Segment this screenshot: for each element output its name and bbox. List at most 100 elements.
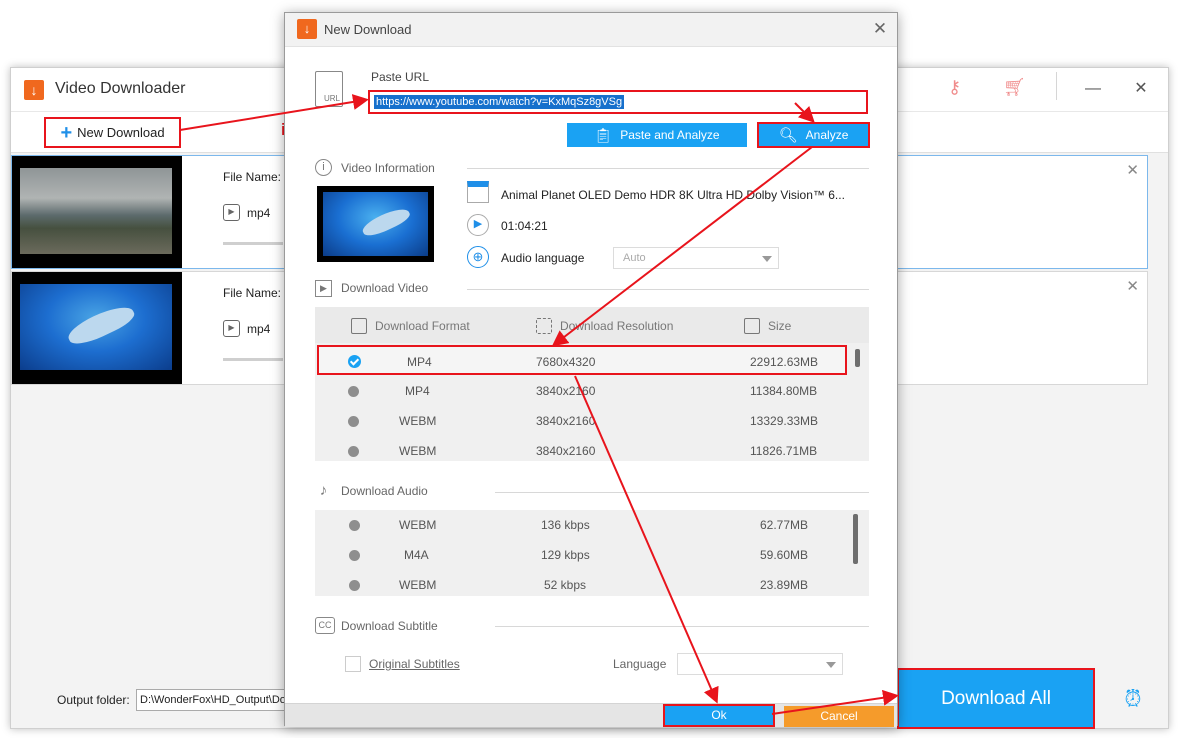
download-all-button[interactable]: Download All: [897, 668, 1095, 729]
section-divider: [495, 626, 869, 627]
url-text: https://www.youtube.com/watch?v=KxMqSz8g…: [374, 95, 625, 109]
dolphin-thumbnail-image: [20, 284, 172, 370]
row-bitrate: 129 kbps: [541, 548, 590, 562]
scrollbar-thumb[interactable]: [855, 349, 860, 367]
chevron-down-icon: [762, 256, 772, 262]
remove-item-icon[interactable]: ✕: [1126, 277, 1139, 295]
paste-url-label: Paste URL: [371, 70, 430, 84]
close-window-icon[interactable]: ✕: [1126, 76, 1156, 102]
scrollbar-thumb[interactable]: [853, 514, 858, 564]
video-information-label: Video Information: [341, 161, 435, 175]
row-resolution: 7680x4320: [536, 355, 596, 369]
dolphin-preview-image: [323, 192, 428, 256]
original-subtitles-checkbox[interactable]: [345, 656, 361, 672]
alarm-clock-icon[interactable]: ⏰︎: [1120, 686, 1146, 712]
radio-icon[interactable]: [348, 386, 359, 397]
file-size-icon: [744, 318, 760, 334]
remove-item-icon[interactable]: ✕: [1126, 161, 1139, 179]
format-label: mp4: [247, 206, 271, 220]
play-icon: ▶: [467, 214, 489, 236]
progress-bar: [223, 242, 283, 245]
video-thumbnail: [12, 156, 182, 268]
paste-and-analyze-button[interactable]: 📋︎ Paste and Analyze: [567, 123, 747, 147]
film-icon: ▶: [315, 280, 332, 297]
file-name-label: File Name:: [223, 170, 282, 184]
url-input[interactable]: https://www.youtube.com/watch?v=KxMqSz8g…: [368, 90, 868, 114]
music-note-icon: ♪: [319, 482, 328, 499]
audio-row[interactable]: WEBM 52 kbps 23.89MB: [315, 570, 855, 596]
row-size: 22912.63MB: [750, 355, 819, 369]
video-format-icon: ▶: [223, 204, 240, 221]
new-download-button[interactable]: + New Download: [44, 117, 181, 148]
audio-language-select[interactable]: Auto: [613, 247, 779, 269]
minimize-icon[interactable]: —: [1078, 76, 1108, 102]
plus-icon: +: [60, 121, 73, 144]
section-divider: [467, 289, 869, 290]
url-file-icon: URL: [315, 71, 343, 107]
column-label: Download Resolution: [560, 319, 674, 333]
new-download-label: New Download: [77, 125, 165, 140]
audio-language-value: Auto: [623, 252, 646, 264]
dialog-title: New Download: [324, 22, 412, 37]
dialog-logo-icon: ↓: [297, 19, 317, 39]
radio-icon[interactable]: [348, 416, 359, 427]
analyze-button[interactable]: 🔍︎ Analyze: [757, 122, 870, 148]
original-subtitles-label[interactable]: Original Subtitles: [369, 657, 460, 671]
row-bitrate: 136 kbps: [541, 518, 590, 532]
row-size: 62.77MB: [760, 518, 809, 532]
row-format: WEBM: [399, 518, 437, 532]
row-size: 23.89MB: [760, 578, 809, 592]
language-select[interactable]: [677, 653, 843, 675]
row-size: 59.60MB: [760, 548, 809, 562]
progress-bar: [223, 358, 283, 361]
download-subtitle-label: Download Subtitle: [341, 619, 438, 633]
video-row[interactable]: MP4 3840x2160 11384.80MB: [315, 376, 855, 406]
info-icon: i: [315, 159, 332, 176]
column-header-resolution[interactable]: Download Resolution: [536, 318, 673, 334]
audio-language-label: Audio language: [501, 251, 585, 265]
row-size: 11826.71MB: [750, 444, 818, 458]
radio-icon[interactable]: [349, 580, 360, 591]
radio-icon[interactable]: [348, 446, 359, 457]
row-size: 13329.33MB: [750, 414, 819, 428]
video-row[interactable]: WEBM 3840x2160 11826.71MB: [315, 436, 855, 461]
resolution-icon: [536, 318, 552, 334]
new-download-dialog: ↓ New Download ✕ URL Paste URL https://w…: [284, 12, 898, 727]
output-folder-field[interactable]: D:\WonderFox\HD_Output\Do: [136, 689, 286, 711]
row-resolution: 3840x2160: [536, 384, 596, 398]
file-name-label: File Name:: [223, 286, 282, 300]
column-header-size[interactable]: Size: [744, 318, 791, 334]
cancel-button[interactable]: Cancel: [784, 706, 894, 727]
column-header-format[interactable]: Download Format: [351, 318, 470, 334]
dialog-close-icon[interactable]: ✕: [869, 18, 891, 40]
video-row[interactable]: MP4 7680x4320 22912.63MB: [317, 345, 847, 375]
format-icon: [351, 318, 367, 334]
video-grid-header: Download Format Download Resolution Size: [315, 307, 869, 343]
row-format: WEBM: [399, 414, 437, 428]
row-format: MP4: [407, 355, 432, 369]
row-size: 11384.80MB: [750, 384, 818, 398]
analyze-label: Analyze: [805, 128, 849, 142]
row-resolution: 3840x2160: [536, 414, 596, 428]
beach-thumbnail-image: [20, 168, 172, 254]
ok-button[interactable]: Ok: [663, 704, 775, 727]
format-label: mp4: [247, 322, 271, 336]
radio-icon[interactable]: [349, 520, 360, 531]
row-resolution: 3840x2160: [536, 444, 596, 458]
download-video-label: Download Video: [341, 281, 429, 295]
key-icon[interactable]: ⚷: [948, 77, 961, 98]
closed-captions-icon: CC: [315, 617, 335, 634]
audio-row[interactable]: WEBM 136 kbps 62.77MB: [315, 510, 855, 540]
audio-row[interactable]: M4A 129 kbps 59.60MB: [315, 540, 855, 570]
paste-and-analyze-label: Paste and Analyze: [620, 128, 720, 142]
section-divider: [467, 168, 869, 169]
section-divider: [495, 492, 869, 493]
video-title-icon: [467, 181, 489, 203]
row-format: WEBM: [399, 444, 437, 458]
cart-icon[interactable]: 🛒︎: [1003, 77, 1026, 98]
chevron-down-icon: [826, 662, 836, 668]
radio-checked-icon[interactable]: [348, 355, 361, 368]
column-label: Download Format: [375, 319, 470, 333]
radio-icon[interactable]: [349, 550, 360, 561]
video-row[interactable]: WEBM 3840x2160 13329.33MB: [315, 406, 855, 436]
